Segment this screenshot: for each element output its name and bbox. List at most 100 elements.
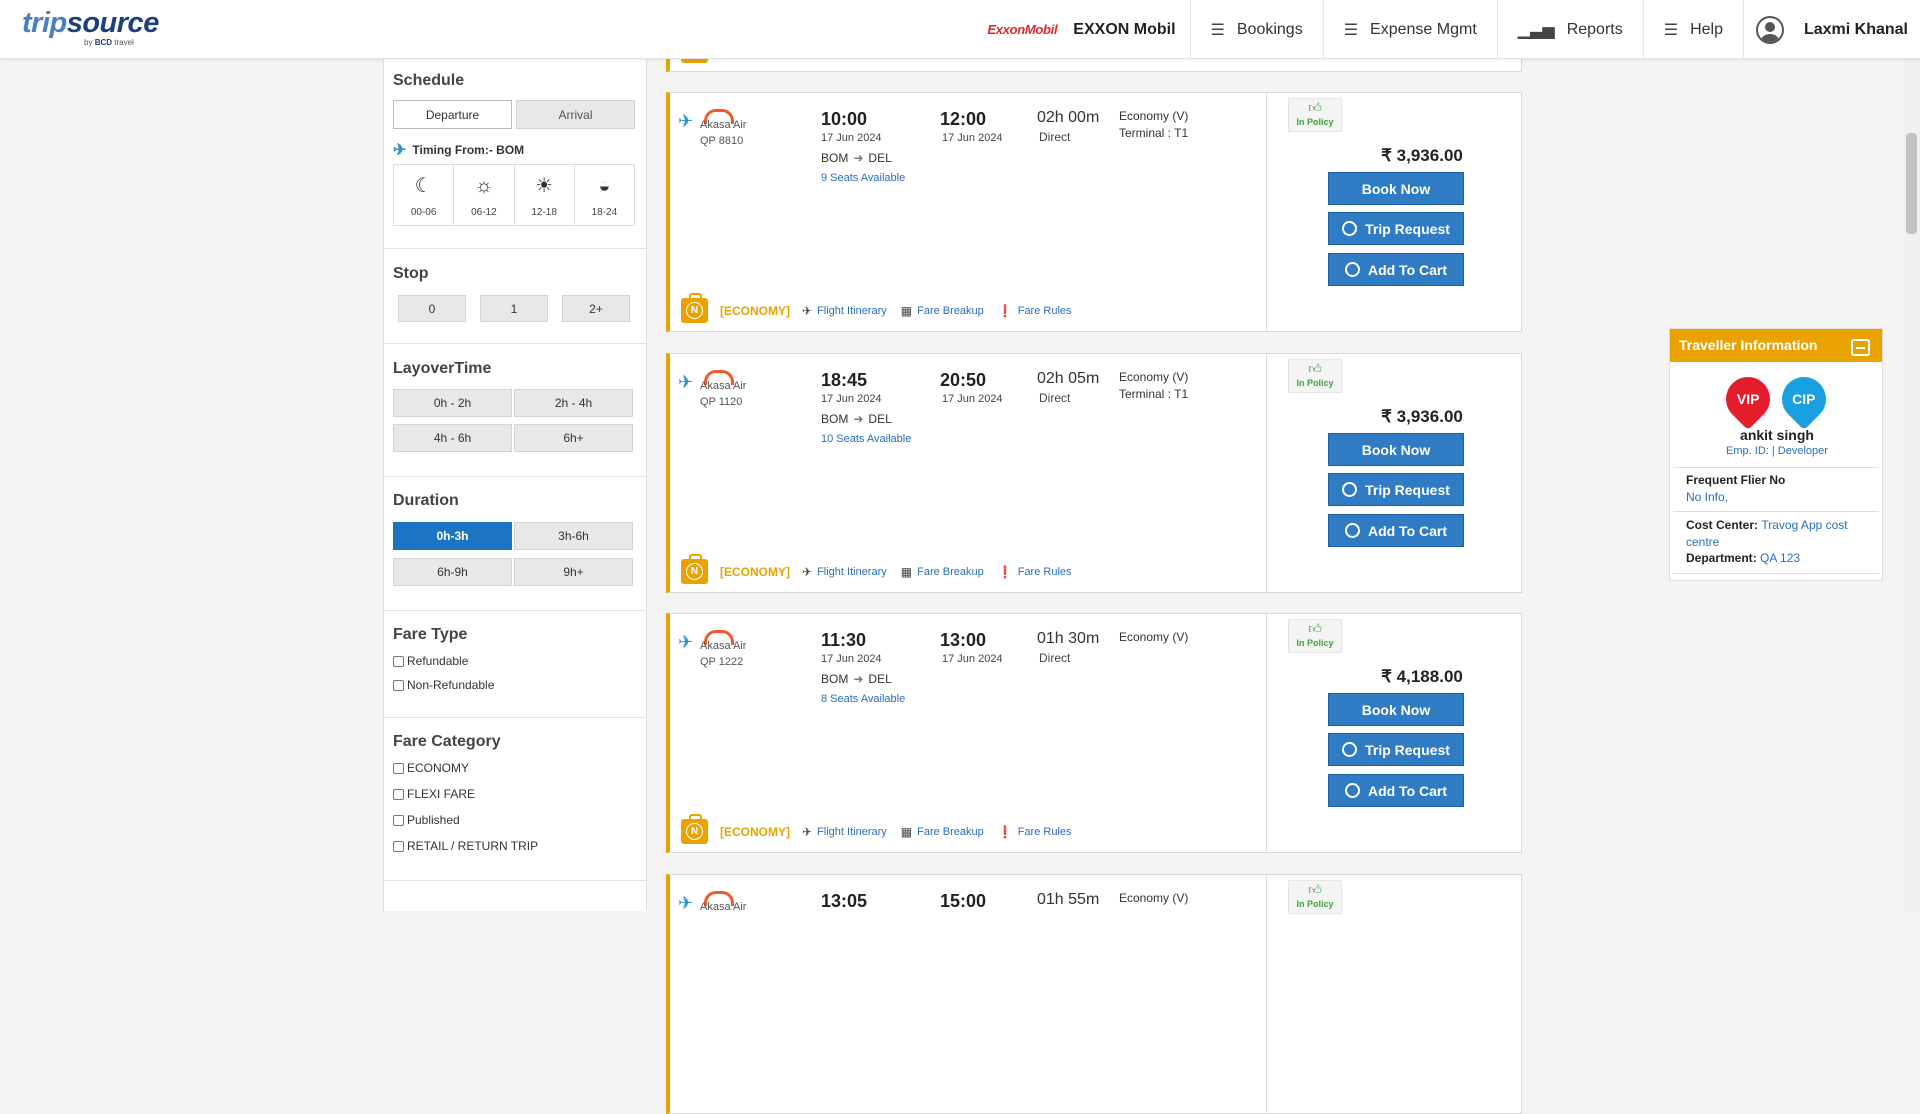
baggage-icon: N: [681, 814, 708, 844]
thumbs-up-icon: 👍︎: [1308, 361, 1322, 376]
flight-card: ✈ Akasa Air QP 1120 18:45 17 Jun 2024 20:50 17…: [666, 353, 1522, 593]
stops-info: Direct: [1039, 651, 1071, 665]
trip-request-button[interactable]: Trip Request: [1328, 733, 1464, 766]
published-checkbox[interactable]: Published: [393, 813, 637, 827]
baggage-icon: N: [681, 293, 708, 323]
fare-rules-link[interactable]: ❗ Fare Rules: [998, 565, 1072, 579]
arrival-date: 17 Jun 2024: [942, 393, 1003, 405]
layover-6h-plus[interactable]: 6h+: [514, 424, 633, 452]
traveller-information-panel: Traveller Information VIP CIP ankit sing…: [1669, 328, 1883, 581]
fare-rules-link[interactable]: ❗ Fare Rules: [998, 825, 1072, 839]
nav-label: Reports: [1566, 20, 1623, 38]
button-label: Add To Cart: [1367, 782, 1448, 799]
duration-9h-plus[interactable]: 9h+: [514, 558, 633, 586]
cabin-class: Economy (V): [1119, 109, 1189, 123]
origin-code: BOM: [821, 412, 849, 426]
checkbox-label: Refundable: [407, 654, 469, 668]
book-now-button[interactable]: Book Now: [1328, 693, 1464, 726]
cabin-class: Economy (V): [1119, 891, 1189, 905]
cost-center-label: Cost Center: [1686, 518, 1755, 532]
calculator-icon: ▦: [900, 564, 913, 579]
department-value: QA 123: [1760, 551, 1801, 565]
time-slot-12-18[interactable]: ☀ 12-18: [515, 165, 575, 225]
nav-expense-mgmt[interactable]: ☰ Expense Mgmt: [1324, 0, 1498, 59]
time-slot-18-24[interactable]: ◒ 18-24: [575, 165, 634, 225]
departure-tab[interactable]: Departure: [393, 100, 512, 129]
layover-4-6h[interactable]: 4h - 6h: [393, 424, 512, 452]
flight-duration: 02h 00m: [1037, 109, 1100, 126]
slot-label: 12-18: [531, 206, 557, 218]
bar-chart-icon: ▁▃▅: [1517, 21, 1555, 39]
sunset-icon: ◒: [598, 174, 611, 197]
layover-2-4h[interactable]: 2h - 4h: [514, 389, 633, 417]
plane-icon: ✈: [393, 142, 407, 159]
divider: [1673, 467, 1879, 468]
arrival-tab[interactable]: Arrival: [516, 100, 635, 129]
button-label: Add To Cart: [1367, 522, 1448, 539]
minimize-icon[interactable]: [1851, 339, 1870, 356]
logo-sub-bcd: BCD: [94, 38, 113, 47]
scrollbar-thumb[interactable]: [1906, 133, 1917, 234]
page-scrollbar[interactable]: [1903, 59, 1920, 911]
checkbox-label: RETAIL / RETURN TRIP: [407, 839, 539, 853]
link-label: Flight Itinerary: [817, 304, 887, 317]
akasa-air-logo-icon: [704, 626, 734, 645]
button-label: Trip Request: [1365, 741, 1450, 758]
flight-itinerary-link[interactable]: ✈ Flight Itinerary: [802, 565, 887, 579]
layover-0-2h[interactable]: 0h - 2h: [393, 389, 512, 417]
time-slot-06-12[interactable]: ☼ 06-12: [454, 165, 515, 225]
card-divider: [1266, 354, 1267, 592]
tripsource-logo[interactable]: tripsource by BCD travel: [22, 8, 159, 47]
menu-icon: ☰: [1210, 21, 1225, 39]
fare-breakup-link[interactable]: ▦ Fare Breakup: [901, 304, 984, 318]
logo-text-source: source: [66, 7, 160, 39]
nav-reports[interactable]: ▁▃▅ Reports: [1498, 0, 1644, 59]
non-refundable-checkbox[interactable]: Non-Refundable: [393, 678, 637, 692]
calculator-icon: ▦: [900, 303, 913, 318]
refundable-checkbox[interactable]: Refundable: [393, 654, 637, 668]
in-policy-badge: 👍︎ In Policy: [1288, 359, 1342, 393]
stop-option-1[interactable]: 1: [480, 295, 548, 322]
flexi-fare-checkbox[interactable]: FLEXI FARE: [393, 787, 637, 801]
flight-itinerary-link[interactable]: ✈ Flight Itinerary: [802, 825, 887, 839]
fare-category-filter: Fare Category ECONOMY FLEXI FARE Publish…: [384, 718, 646, 881]
retail-return-checkbox[interactable]: RETAIL / RETURN TRIP: [393, 839, 637, 853]
add-to-cart-button[interactable]: Add To Cart: [1328, 253, 1464, 286]
stop-option-2plus[interactable]: 2+: [562, 295, 630, 322]
link-label: Flight Itinerary: [817, 825, 887, 838]
user-menu[interactable]: Laxmi Khanal: [1744, 0, 1920, 59]
button-label: Book Now: [1361, 701, 1431, 718]
terminal-info: Terminal : T1: [1119, 126, 1189, 140]
terminal-info: Terminal : T1: [1119, 387, 1189, 401]
add-to-cart-button[interactable]: Add To Cart: [1328, 514, 1464, 547]
schedule-filter: Schedule Departure Arrival ✈ Timing From…: [384, 59, 646, 249]
fare-breakup-link[interactable]: ▦ Fare Breakup: [901, 565, 984, 579]
section-title: Stop: [393, 265, 429, 282]
card-footer: N [ECONOMY] ✈ Flight Itinerary ▦ Fare Breakup…: [681, 293, 1086, 323]
stop-option-0[interactable]: 0: [398, 295, 466, 322]
nav-help[interactable]: ☰ Help: [1644, 0, 1744, 59]
flight-itinerary-link[interactable]: ✈ Flight Itinerary: [802, 304, 887, 318]
add-to-cart-button[interactable]: Add To Cart: [1328, 774, 1464, 807]
stops-info: Direct: [1039, 130, 1071, 144]
cabin-class: Economy (V): [1119, 630, 1189, 644]
economy-checkbox[interactable]: ECONOMY: [393, 761, 637, 775]
duration-0-3h[interactable]: 0h-3h: [393, 522, 512, 550]
duration-6-9h[interactable]: 6h-9h: [393, 558, 512, 586]
book-now-button[interactable]: Book Now: [1328, 433, 1464, 466]
trip-request-button[interactable]: Trip Request: [1328, 212, 1464, 245]
fare-breakup-link[interactable]: ▦ Fare Breakup: [901, 825, 984, 839]
nav-bookings[interactable]: ☰ Bookings: [1191, 0, 1324, 59]
book-now-button[interactable]: Book Now: [1328, 172, 1464, 205]
fare-rules-link[interactable]: ❗ Fare Rules: [998, 304, 1072, 318]
arrow-right-icon: ➜: [853, 672, 864, 686]
fare-tag: [ECONOMY]: [720, 824, 790, 839]
nav-label: Help: [1690, 20, 1723, 38]
time-slot-00-06[interactable]: ☾ 00-06: [394, 165, 455, 225]
slot-label: 18-24: [591, 206, 618, 218]
duration-3-6h[interactable]: 3h-6h: [514, 522, 633, 550]
route: BOM ➜ DEL: [821, 672, 892, 686]
arrival-date: 17 Jun 2024: [942, 653, 1003, 665]
filter-sidebar: Schedule Departure Arrival ✈ Timing From…: [383, 59, 647, 911]
trip-request-button[interactable]: Trip Request: [1328, 473, 1464, 506]
